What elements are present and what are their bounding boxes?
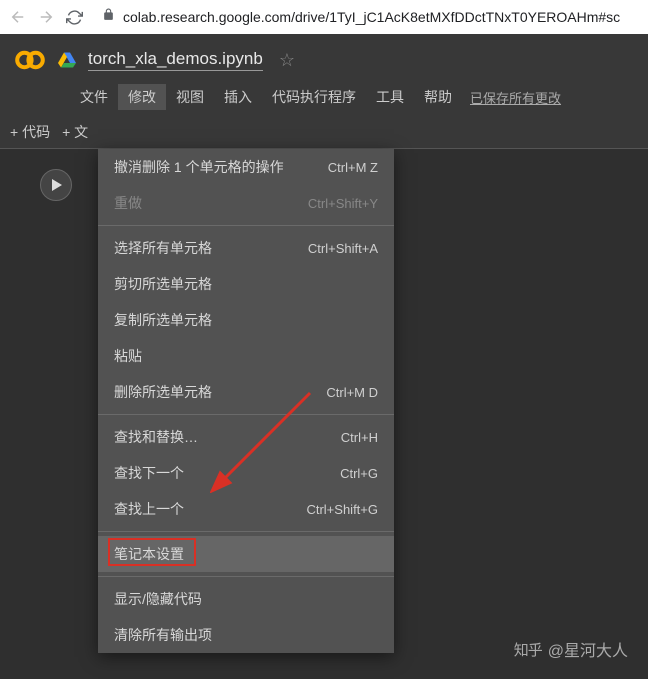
- menu-find-prev-label: 查找上一个: [114, 499, 184, 519]
- menu-clear-outputs[interactable]: 清除所有输出项: [98, 617, 394, 653]
- menu-redo-label: 重做: [114, 193, 142, 213]
- menu-copy[interactable]: 复制所选单元格: [98, 302, 394, 338]
- run-cell-button[interactable]: [40, 169, 72, 201]
- menu-cut-label: 剪切所选单元格: [114, 274, 212, 294]
- menu-redo-shortcut: Ctrl+Shift+Y: [308, 196, 378, 211]
- menu-findnext-shortcut: Ctrl+G: [340, 466, 378, 481]
- drive-icon: [58, 51, 76, 69]
- menu-clear-outputs-label: 清除所有输出项: [114, 625, 212, 645]
- save-status[interactable]: 已保存所有更改: [470, 88, 561, 107]
- menu-view[interactable]: 视图: [166, 84, 214, 110]
- reload-icon[interactable]: [64, 7, 84, 27]
- menu-findreplace-shortcut: Ctrl+H: [341, 430, 378, 445]
- address-bar[interactable]: colab.research.google.com/drive/1TyI_jC1…: [92, 8, 640, 26]
- menu-find-next-label: 查找下一个: [114, 463, 184, 483]
- back-icon[interactable]: [8, 7, 28, 27]
- menu-copy-label: 复制所选单元格: [114, 310, 212, 330]
- url-text: colab.research.google.com/drive/1TyI_jC1…: [123, 9, 620, 25]
- edit-dropdown: 撤消删除 1 个单元格的操作 Ctrl+M Z 重做 Ctrl+Shift+Y 选择…: [98, 149, 394, 653]
- menu-bar: 文件 修改 视图 插入 代码执行程序 工具 帮助 已保存所有更改: [14, 76, 634, 116]
- play-icon: [52, 179, 62, 191]
- forward-icon[interactable]: [36, 7, 56, 27]
- menu-select-all-label: 选择所有单元格: [114, 238, 212, 258]
- menu-find-next[interactable]: 查找下一个 Ctrl+G: [98, 455, 394, 491]
- menu-file[interactable]: 文件: [70, 84, 118, 110]
- menu-cut[interactable]: 剪切所选单元格: [98, 266, 394, 302]
- divider: [98, 225, 394, 226]
- menu-redo: 重做 Ctrl+Shift+Y: [98, 185, 394, 221]
- menu-select-all-shortcut: Ctrl+Shift+A: [308, 241, 378, 256]
- star-icon[interactable]: ☆: [279, 50, 295, 71]
- menu-paste-label: 粘贴: [114, 346, 142, 366]
- menu-undo-label: 撤消删除 1 个单元格的操作: [114, 157, 284, 177]
- lock-icon: [102, 8, 115, 26]
- watermark-author: @星河大人: [548, 637, 628, 661]
- toolbar: + 代码 + 文: [0, 116, 648, 148]
- divider: [98, 531, 394, 532]
- menu-runtime[interactable]: 代码执行程序: [262, 84, 366, 110]
- menu-edit[interactable]: 修改: [118, 84, 166, 110]
- watermark: 知乎 @星河大人: [514, 637, 628, 661]
- menu-select-all[interactable]: 选择所有单元格 Ctrl+Shift+A: [98, 230, 394, 266]
- content-area: 撤消删除 1 个单元格的操作 Ctrl+M Z 重做 Ctrl+Shift+Y 选择…: [0, 149, 648, 679]
- colab-header: torch_xla_demos.ipynb ☆ 文件 修改 视图 插入 代码执行…: [0, 34, 648, 116]
- add-code-button[interactable]: + 代码: [10, 122, 50, 142]
- divider: [98, 576, 394, 577]
- colab-logo-icon: [14, 44, 46, 76]
- divider: [98, 414, 394, 415]
- menu-findprev-shortcut: Ctrl+Shift+G: [306, 502, 378, 517]
- menu-toggle-code-label: 显示/隐藏代码: [114, 589, 202, 609]
- menu-tools[interactable]: 工具: [366, 84, 414, 110]
- doc-title[interactable]: torch_xla_demos.ipynb: [88, 49, 263, 71]
- menu-notebook-settings-label: 笔记本设置: [114, 544, 184, 564]
- browser-bar: colab.research.google.com/drive/1TyI_jC1…: [0, 0, 648, 34]
- menu-delete-shortcut: Ctrl+M D: [326, 385, 378, 400]
- menu-undo-shortcut: Ctrl+M Z: [328, 160, 378, 175]
- menu-paste[interactable]: 粘贴: [98, 338, 394, 374]
- menu-find-prev[interactable]: 查找上一个 Ctrl+Shift+G: [98, 491, 394, 527]
- watermark-site: 知乎: [514, 639, 542, 660]
- menu-find-replace-label: 查找和替换…: [114, 427, 198, 447]
- add-text-button[interactable]: + 文: [62, 122, 88, 142]
- menu-undo[interactable]: 撤消删除 1 个单元格的操作 Ctrl+M Z: [98, 149, 394, 185]
- menu-delete-label: 删除所选单元格: [114, 382, 212, 402]
- menu-notebook-settings[interactable]: 笔记本设置: [98, 536, 394, 572]
- menu-find-replace[interactable]: 查找和替换… Ctrl+H: [98, 419, 394, 455]
- menu-insert[interactable]: 插入: [214, 84, 262, 110]
- menu-help[interactable]: 帮助: [414, 84, 462, 110]
- menu-delete[interactable]: 删除所选单元格 Ctrl+M D: [98, 374, 394, 410]
- menu-toggle-code[interactable]: 显示/隐藏代码: [98, 581, 394, 617]
